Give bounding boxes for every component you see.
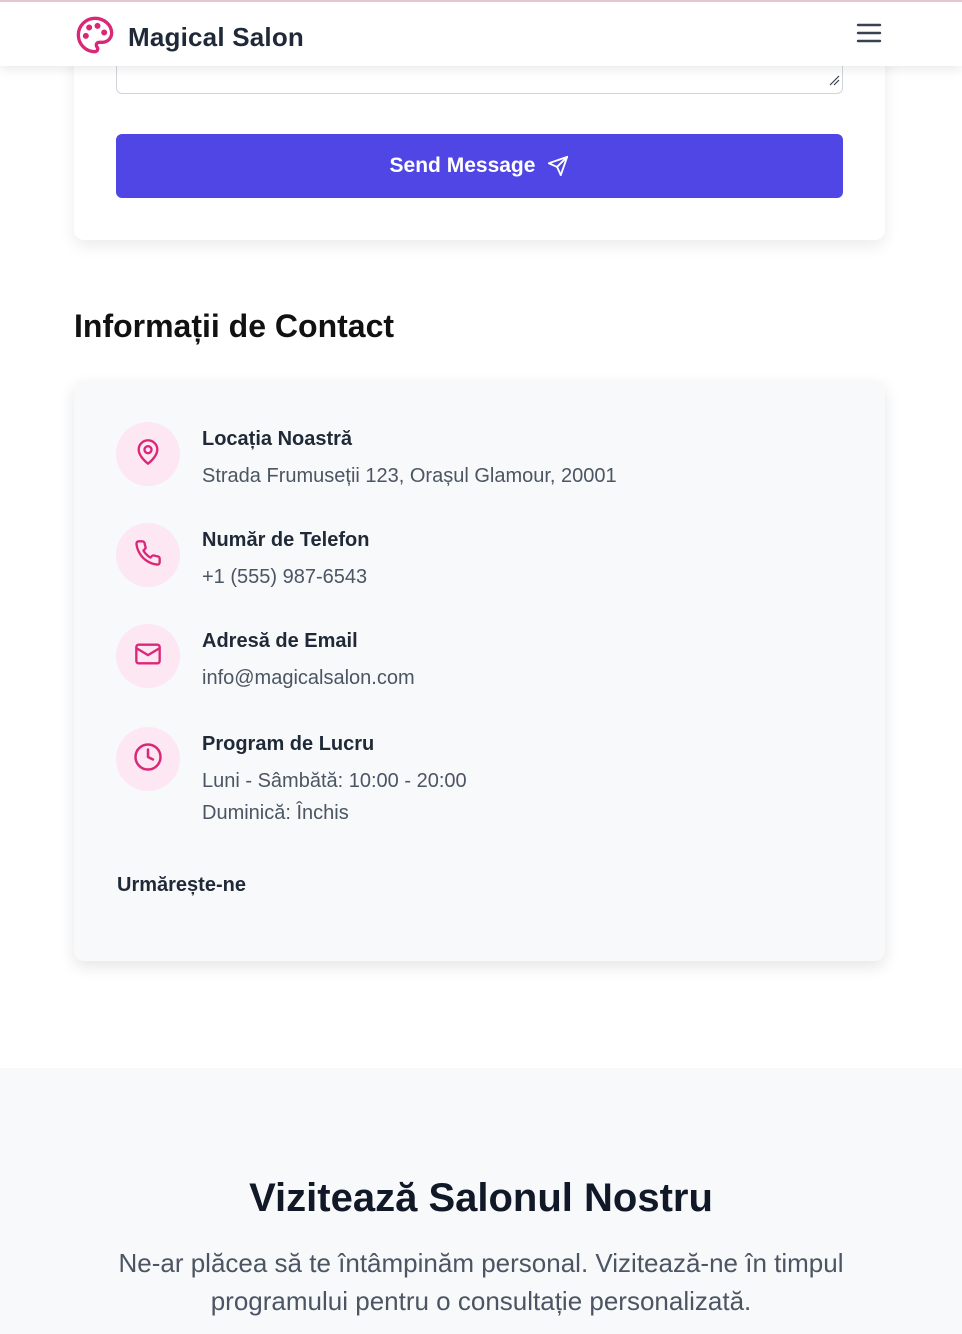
menu-button[interactable]: [854, 21, 884, 49]
phone-icon-circle: [116, 523, 180, 587]
follow-us-label: Urmărește-ne: [117, 874, 246, 896]
hours-weekdays: Luni - Sâmbătă: 10:00 - 20:00: [202, 770, 467, 792]
info-item-phone: Număr de Telefon +1 (555) 987-6543: [116, 523, 369, 593]
map-pin-icon: [134, 438, 162, 471]
email-value[interactable]: info@magicalsalon.com: [202, 662, 415, 694]
mail-icon: [134, 640, 162, 673]
visit-section: Vizitează Salonul Nostru Ne-ar plăcea să…: [0, 1068, 962, 1334]
clock-icon: [133, 742, 163, 777]
resize-grip-icon[interactable]: [828, 73, 840, 91]
palette-icon: [75, 15, 115, 60]
brand-logo[interactable]: Magical Salon: [75, 15, 304, 60]
location-label: Locația Noastră: [202, 428, 353, 450]
info-item-email: Adresă de Email info@magicalsalon.com: [116, 624, 415, 694]
hours-sunday: Duminică: Închis: [202, 802, 349, 824]
visit-description: Ne-ar plăcea să te întâmpinăm personal. …: [118, 1248, 844, 1316]
hours-label: Program de Lucru: [202, 733, 375, 755]
info-item-location: Locația Noastră Strada Frumuseții 123, O…: [116, 422, 617, 492]
hamburger-menu-icon: [855, 21, 883, 50]
phone-icon: [134, 539, 162, 572]
phone-value[interactable]: +1 (555) 987-6543: [202, 561, 369, 593]
info-item-hours: Program de Lucru Luni - Sâmbătă: 10:00 -…: [116, 727, 467, 829]
location-value: Strada Frumuseții 123, Orașul Glamour, 2…: [202, 465, 617, 487]
visit-title: Vizitează Salonul Nostru: [249, 1176, 713, 1220]
contact-info-card: Locația Noastră Strada Frumuseții 123, O…: [74, 380, 885, 961]
location-icon-circle: [116, 422, 180, 486]
email-label: Adresă de Email: [202, 630, 358, 652]
send-button-label: Send Message: [389, 154, 536, 177]
brand-name: Magical Salon: [128, 22, 304, 52]
send-message-button[interactable]: Send Message: [116, 134, 843, 198]
phone-label: Număr de Telefon: [202, 529, 370, 551]
site-header: Magical Salon: [0, 2, 962, 66]
email-icon-circle: [116, 624, 180, 688]
hours-icon-circle: [116, 727, 180, 791]
contact-form-card: Send Message: [74, 40, 885, 240]
contact-info-title: Informații de Contact: [74, 308, 395, 344]
send-icon: [547, 155, 569, 177]
